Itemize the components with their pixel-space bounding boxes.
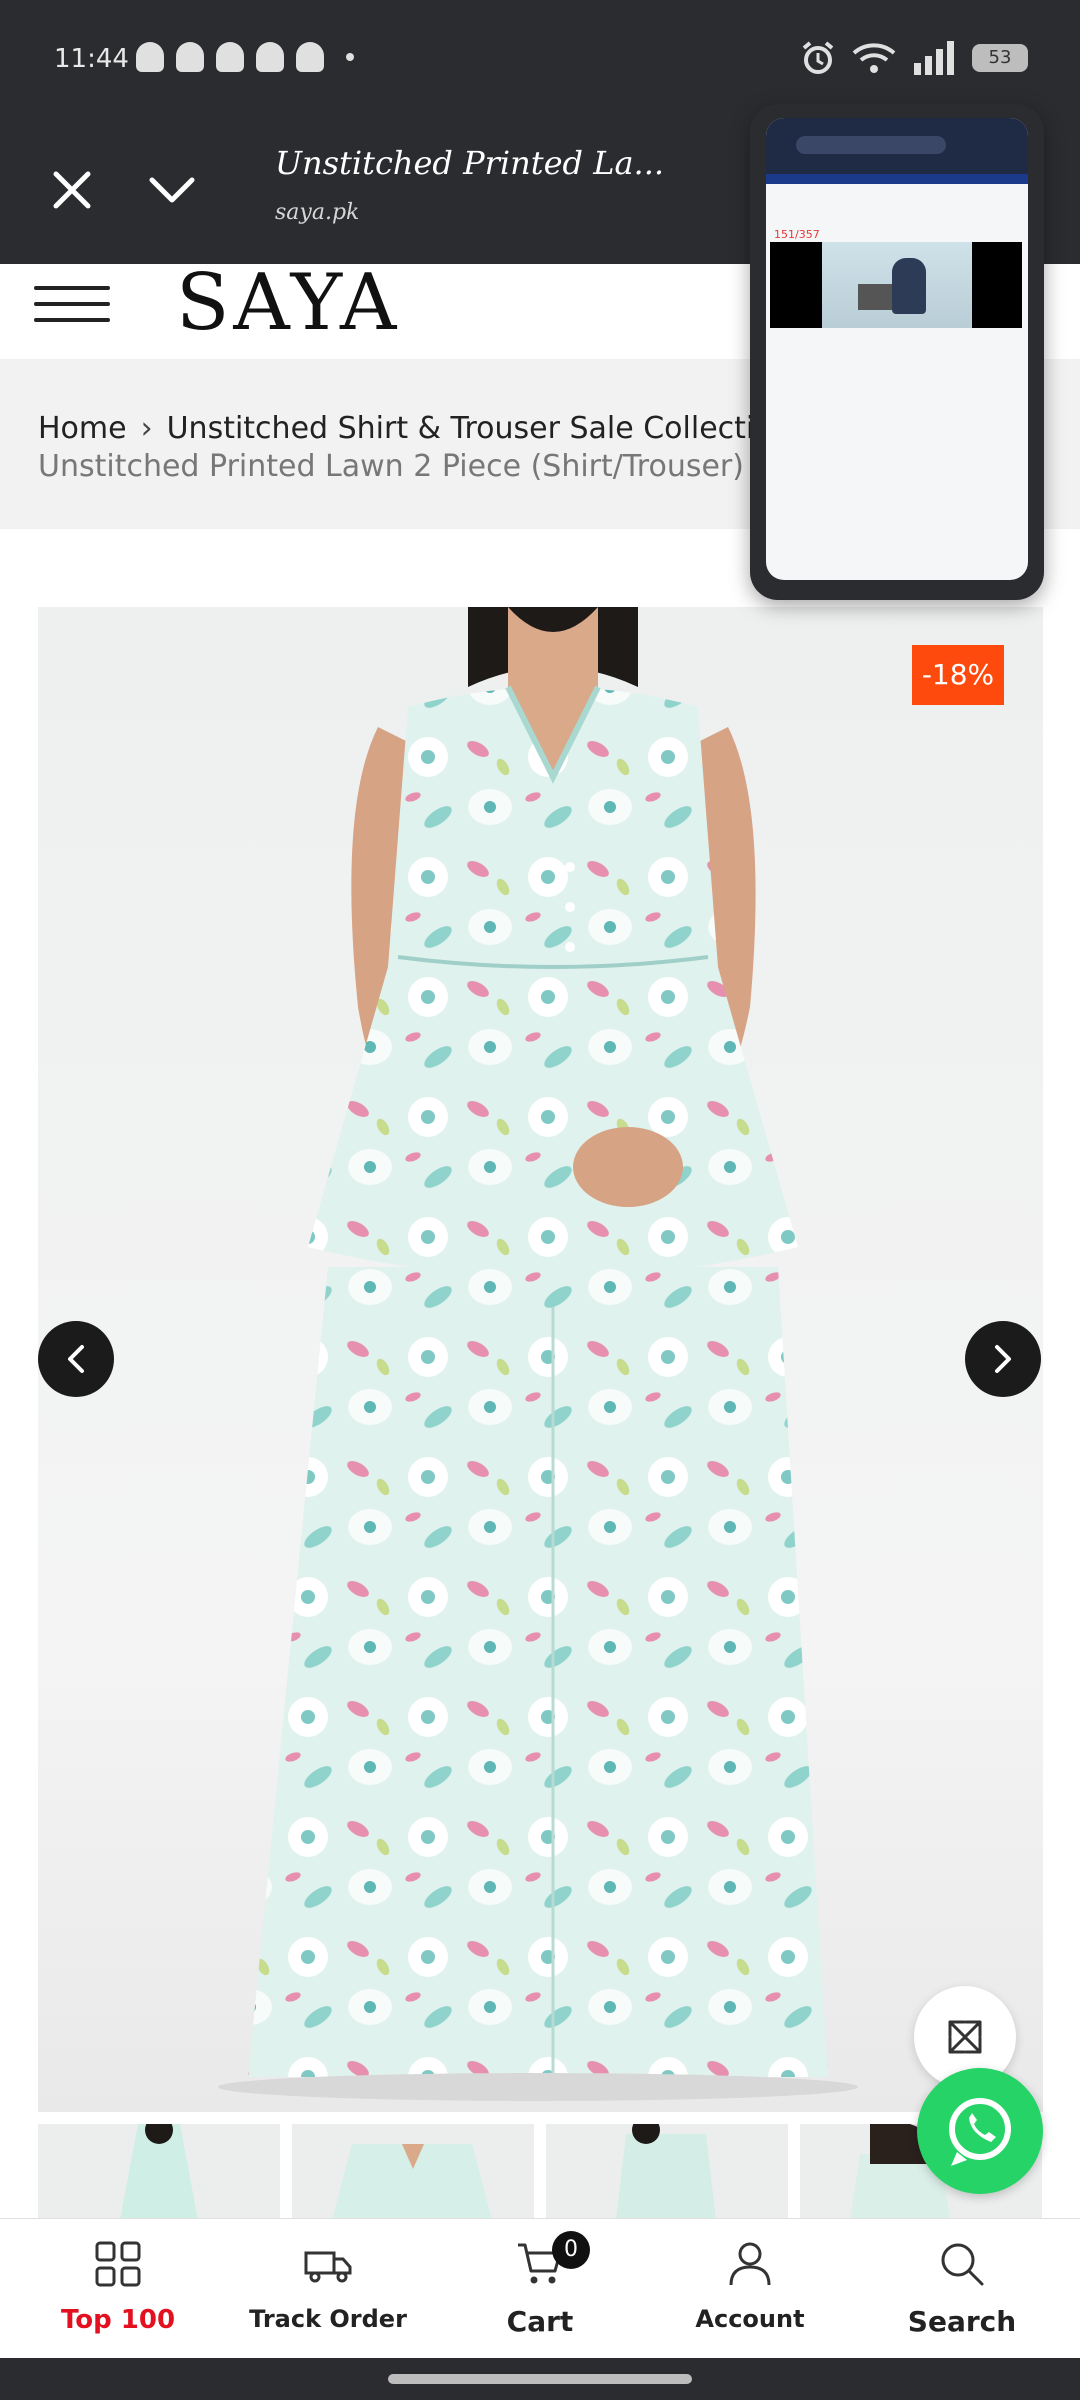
alarm-icon <box>802 41 834 74</box>
snapchat-icon <box>176 42 204 72</box>
notification-icons <box>136 42 354 72</box>
preview-content: 151/357 <box>766 118 1028 580</box>
truck-icon <box>304 2251 352 2283</box>
whatsapp-icon <box>949 2098 1011 2166</box>
breadcrumb-category-link[interactable]: Unstitched Shirt & Trouser Sale Collecti… <box>167 411 792 446</box>
battery-indicator: 53 <box>972 44 1028 72</box>
preview-url-field <box>796 136 946 154</box>
chevron-right-icon: › <box>140 411 153 446</box>
site-logo[interactable]: SAYA <box>176 258 400 348</box>
chevron-left-icon <box>68 1345 84 1373</box>
more-notifications-icon <box>346 53 354 61</box>
product-thumbnail[interactable] <box>292 2124 534 2220</box>
status-time: 11:44 <box>54 44 129 74</box>
next-image-button[interactable] <box>965 1321 1041 1397</box>
nav-label: Search <box>907 2305 1017 2338</box>
nav-cart[interactable]: 0 Cart <box>440 2219 640 2359</box>
product-main-image[interactable] <box>38 607 1043 2112</box>
nav-top-100[interactable]: Top 100 <box>18 2219 218 2359</box>
product-photo <box>218 607 858 2101</box>
grid-icon <box>95 2241 141 2287</box>
previous-image-button[interactable] <box>38 1321 114 1397</box>
preview-video <box>770 242 1022 328</box>
system-navigation-bar <box>0 2358 1080 2400</box>
breadcrumb-current: Unstitched Printed Lawn 2 Piece (Shirt/T… <box>38 449 744 484</box>
user-icon <box>729 2242 771 2286</box>
signal-icon <box>914 41 954 75</box>
chevron-right-icon <box>995 1345 1011 1373</box>
product-thumbnail[interactable] <box>38 2124 280 2220</box>
snapchat-icon <box>216 42 244 72</box>
chevron-down-icon[interactable] <box>146 168 198 212</box>
nav-label: Account <box>695 2305 805 2333</box>
snapchat-icon <box>136 42 164 72</box>
preview-browser-bar <box>766 118 1028 174</box>
home-gesture-handle[interactable] <box>388 2374 692 2384</box>
search-icon <box>941 2243 984 2286</box>
product-thumbnail[interactable] <box>546 2124 788 2220</box>
nav-track-order[interactable]: Track Order <box>228 2219 428 2359</box>
wifi-icon <box>852 43 896 73</box>
tab-domain: saya.pk <box>275 200 360 225</box>
nav-label: Track Order <box>249 2305 407 2333</box>
nav-search[interactable]: Search <box>862 2219 1062 2359</box>
nav-label: Cart <box>506 2305 574 2338</box>
preview-counter: 151/357 <box>774 228 820 241</box>
system-status-icons: 53 <box>800 40 1028 76</box>
cart-count-badge: 0 <box>552 2231 590 2269</box>
tab-page-title: Unstitched Printed La... <box>275 144 665 182</box>
nav-label: Top 100 <box>60 2305 176 2335</box>
nav-account[interactable]: Account <box>650 2219 850 2359</box>
breadcrumb-trail: Home › Unstitched Shirt & Trouser Sale Col… <box>38 411 792 446</box>
menu-icon[interactable] <box>34 276 110 322</box>
breadcrumb-home-link[interactable]: Home <box>38 411 127 446</box>
floating-preview-window[interactable]: 151/357 <box>750 104 1044 600</box>
discount-badge: -18% <box>912 645 1004 705</box>
snapchat-icon <box>296 42 324 72</box>
close-icon[interactable] <box>48 166 96 214</box>
whatsapp-chat-button[interactable] <box>917 2068 1043 2194</box>
bottom-navigation: Top 100 Track Order 0 Cart Account Searc… <box>0 2218 1080 2359</box>
snapchat-icon <box>256 42 284 72</box>
